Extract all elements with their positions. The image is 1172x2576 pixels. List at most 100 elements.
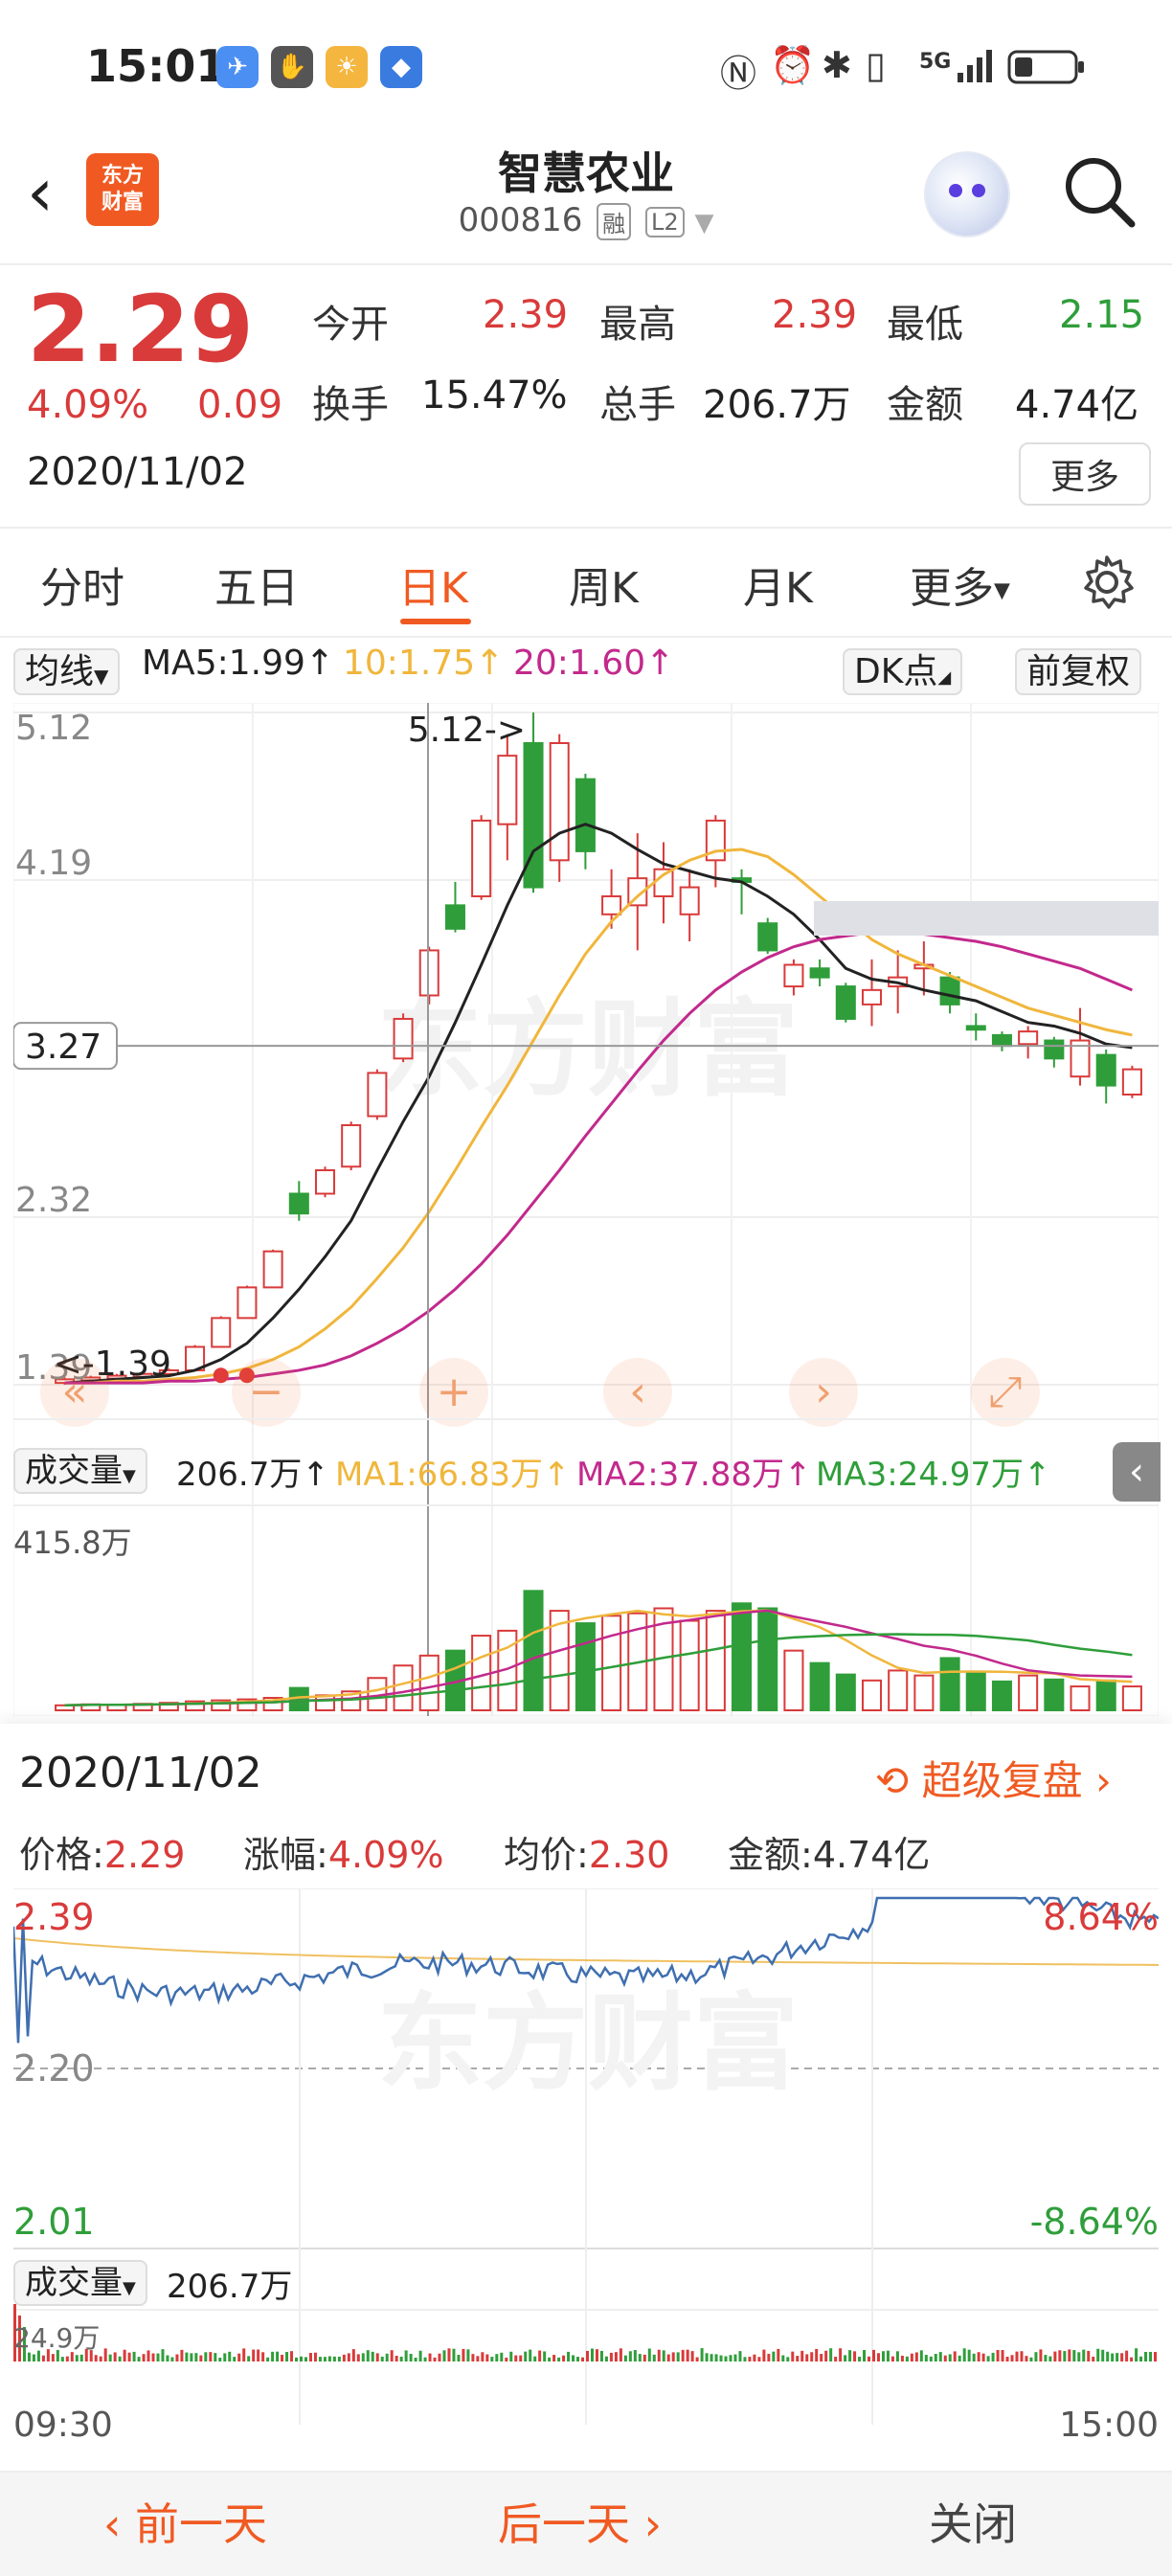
intraday-volume-bar <box>853 2351 857 2361</box>
fullscreen-icon[interactable]: ⤢ <box>971 1358 1040 1427</box>
fast-back-icon[interactable]: « <box>40 1358 109 1427</box>
settings-gear-icon[interactable] <box>1078 554 1136 611</box>
search-icon[interactable] <box>1061 153 1138 230</box>
prev-day-button[interactable]: ‹ 前一天 <box>103 2490 267 2553</box>
intraday-volume-bar <box>623 2355 627 2361</box>
intraday-volume-bar <box>753 2354 756 2361</box>
candle-body <box>367 1072 388 1118</box>
volume-bar <box>1095 1679 1116 1712</box>
turnover-label: 换手 <box>312 383 389 427</box>
intraday-volume-bar <box>60 2357 64 2361</box>
adjust-selector[interactable]: 前复权 <box>1015 644 1142 695</box>
tab-monthly-k[interactable]: 月K <box>743 554 813 615</box>
tab-intraday[interactable]: 分时 <box>40 554 124 615</box>
tab-more[interactable]: 更多▼ <box>910 554 1010 615</box>
volume-current: 206.7万↑ <box>176 1456 329 1494</box>
intraday-volume-bar <box>276 2351 280 2361</box>
intraday-volume-bar <box>858 2357 862 2361</box>
volume-bar <box>913 1674 935 1711</box>
volume-bar <box>861 1679 883 1712</box>
intraday-volume-bar <box>543 2351 547 2361</box>
intraday-volume-bar <box>223 2353 227 2361</box>
tab-five-day[interactable]: 五日 <box>214 554 299 615</box>
tab-daily-k[interactable]: 日K <box>398 554 468 615</box>
margin-tag: 融 <box>597 203 632 240</box>
intraday-volume-bar <box>848 2350 852 2361</box>
signal-dot <box>213 1367 229 1384</box>
candle-body <box>341 1123 362 1168</box>
intraday-volume-bar <box>418 2350 422 2361</box>
intraday-volume-bar <box>108 2354 112 2361</box>
prev-icon[interactable]: ‹ <box>603 1358 672 1427</box>
intraday-volume-bar <box>738 2351 742 2361</box>
candle-body <box>497 755 518 825</box>
volume-selector[interactable]: 成交量▼ <box>13 1444 147 1494</box>
intraday-volume-bar <box>257 2349 260 2361</box>
status-bar: 15:01 ✈ ✋ ☀ ◆ Ⓝ ⏰ ✱ ▯ 5G <box>0 0 1172 134</box>
next-day-button[interactable]: 后一天 › <box>498 2490 662 2553</box>
battery-icon <box>1007 48 1088 90</box>
open-label: 今开 <box>312 303 389 347</box>
intraday-volume-bar <box>423 2357 427 2361</box>
intraday-volume-bar <box>242 2348 246 2361</box>
collapse-panel-icon[interactable]: ‹ <box>1113 1442 1161 1502</box>
intraday-volume-selector[interactable]: 成交量▼ <box>13 2256 147 2306</box>
intraday-volume-bar <box>1039 2349 1043 2361</box>
daily-k-chart[interactable]: 东方财富 5.124.192.321.39 5.12-><-1.393.27«−… <box>13 703 1159 1716</box>
intraday-volume-bar <box>938 2352 942 2361</box>
tab-weekly-k[interactable]: 周K <box>569 554 639 615</box>
zoom-in-icon[interactable]: + <box>419 1358 488 1427</box>
zoom-out-icon[interactable]: − <box>232 1358 301 1427</box>
intraday-volume-bar <box>390 2350 394 2361</box>
intraday-volume-bar <box>65 2356 69 2361</box>
intraday-volume-bar <box>567 2351 571 2361</box>
intraday-volume-bar <box>442 2350 446 2361</box>
intraday-volume-bar <box>628 2351 632 2361</box>
intraday-volume-bar <box>308 2353 312 2361</box>
dk-point-selector[interactable]: DK点◢ <box>843 644 963 695</box>
intraday-volume-bar <box>991 2352 995 2361</box>
svg-text:›: › <box>815 1367 832 1416</box>
candle-body <box>1044 1039 1065 1060</box>
assistant-robot-icon[interactable] <box>924 151 1010 237</box>
intraday-volume-bar <box>281 2355 284 2361</box>
intraday-volume-bar <box>724 2356 728 2361</box>
intraday-volume-bar <box>514 2355 518 2361</box>
candle-body <box>757 922 778 952</box>
crosshair-price-label: 3.27 <box>25 1028 101 1067</box>
intraday-volume-bar <box>347 2353 350 2361</box>
intraday-volume-bar <box>75 2355 79 2361</box>
intraday-volume-bar <box>695 2357 699 2361</box>
intraday-volume-bar <box>714 2354 718 2361</box>
close-button[interactable]: 关闭 <box>929 2490 1017 2553</box>
intraday-volume-bar <box>175 2354 179 2361</box>
intraday-volume-bar <box>366 2350 370 2361</box>
intraday-volume-bar <box>185 2352 189 2361</box>
volume-bar <box>835 1673 856 1712</box>
intraday-volume-bar <box>337 2356 341 2361</box>
intraday-volume-bar <box>409 2354 413 2361</box>
intraday-volume-bar <box>863 2350 867 2361</box>
intraday-volume-bar <box>1044 2355 1048 2361</box>
vibrate-icon: ▯ <box>866 44 886 86</box>
intraday-volume-bar <box>586 2350 589 2361</box>
intraday-pct-top: 8.64% <box>1043 1896 1159 1938</box>
chevron-right-icon: › <box>1094 1757 1112 1804</box>
high-label: 最高 <box>599 303 676 347</box>
intraday-volume-bar <box>1087 2350 1091 2361</box>
intraday-volume-bar <box>1010 2355 1014 2361</box>
super-replay-link[interactable]: ⟲ 超级复盘 › <box>875 1749 1112 1807</box>
ma-selector[interactable]: 均线▼ <box>13 644 121 695</box>
intraday-volume-bar <box>285 2352 289 2361</box>
intraday-volume-bar <box>137 2357 141 2361</box>
more-quote-button[interactable]: 更多 <box>1019 442 1151 506</box>
intraday-volume-bar <box>981 2353 985 2361</box>
caret-down-icon: ▼ <box>994 578 1010 603</box>
time-start: 09:30 <box>13 2406 113 2445</box>
intraday-volume-bar <box>142 2354 146 2361</box>
intraday-volume-bar <box>719 2355 723 2361</box>
intraday-volume-bar <box>295 2357 299 2361</box>
detail-price: 价格:2.29 <box>19 1834 186 1876</box>
next-icon[interactable]: › <box>789 1358 858 1427</box>
intraday-chart[interactable]: 东方财富 <box>13 1888 1159 2425</box>
